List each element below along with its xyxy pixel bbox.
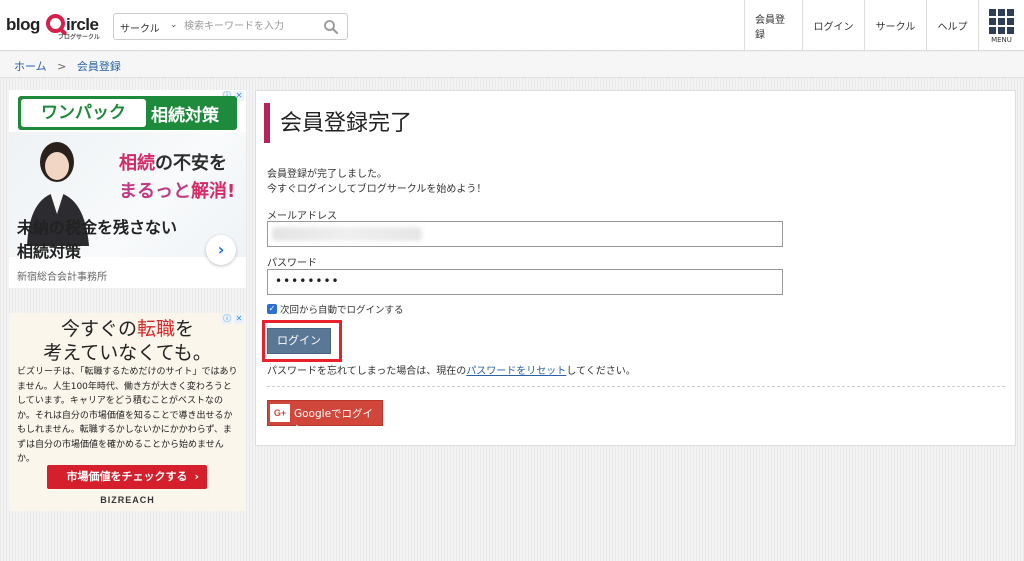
google-login-label: Googleでログイン [294,408,374,435]
password-label: パスワード [267,258,317,269]
ad2-cta-button[interactable]: 市場価値をチェックする › [47,465,207,489]
chevron-down-icon[interactable]: ⌄ [170,20,178,30]
search-category-select[interactable]: サークル [120,20,160,35]
breadcrumb-separator: > [57,60,67,73]
nav-login[interactable]: ログイン [802,0,864,51]
login-button[interactable]: ログイン [267,328,331,354]
nav-help[interactable]: ヘルプ [926,0,978,51]
search-icon[interactable] [323,19,339,35]
breadcrumb-current-link[interactable]: 会員登録 [77,60,121,73]
ad1-tagline: 相続の不安を まるっと解消! [119,153,236,202]
breadcrumb-home-link[interactable]: ホーム [14,60,47,73]
title-accent: 会員登録完了 [264,103,412,143]
chevron-right-icon: › [194,470,199,483]
search-bar: サークル ⌄ [113,13,348,40]
logo-text-left: blog [6,15,40,34]
ad-bizreach[interactable]: ⓘ ✕ 今すぐの転職を 考えていなくても。 ビズリーチは、「転職するためだけのサ… [9,313,246,511]
ad1-banner-left: ワンパック [21,99,146,127]
remember-me[interactable]: ✓ 次回から自動でログインする [267,302,404,316]
nav-circle[interactable]: サークル [864,0,926,51]
menu-button[interactable]: MENU [978,0,1024,51]
chevron-right-icon[interactable]: › [206,235,236,265]
header-nav: 会員登録 ログイン サークル ヘルプ MENU [744,0,1024,51]
ad1-sponsor: 新宿総合会計事務所 [17,272,107,283]
google-login-button[interactable]: G+ Googleでログイン [267,400,383,435]
site-logo[interactable]: blog ircle ブログサークル [6,14,106,41]
search-input[interactable] [184,17,314,36]
google-plus-icon: G+ [270,404,290,422]
ad2-title: 今すぐの転職を 考えていなくても。 [43,318,212,364]
ad-inheritance[interactable]: ⓘ ✕ ワンパック 相続対策 相続の不安を まるっと解消! 未納の税金を残さない… [9,90,246,288]
breadcrumb: ホーム > 会員登録 [0,52,1024,78]
remember-label: 次回から自動でログインする [280,305,404,316]
logo-c-icon [46,14,65,33]
page-title: 会員登録完了 [280,111,413,136]
ad1-headline: 未納の税金を残さない 相続対策 [17,218,178,261]
menu-label: MENU [991,36,1012,44]
site-header: blog ircle ブログサークル サークル ⌄ 会員登録 ログイン サークル… [0,0,1024,51]
reset-password-link[interactable]: パスワードをリセット [466,366,566,377]
remember-checkbox[interactable]: ✓ [267,304,277,314]
blurred-email-value [272,227,422,241]
ad2-brand-logo: BIZREACH [100,495,155,505]
password-field[interactable]: •••••••• [267,269,783,295]
ad1-banner: ワンパック 相続対策 [18,96,237,130]
nav-register[interactable]: 会員登録 [744,0,802,51]
email-label: メールアドレス [267,211,337,222]
ad2-body: ビズリーチは、「転職するためだけのサイト」ではありません。人生100年時代、働き… [17,367,238,464]
email-field[interactable] [267,221,783,247]
logo-subtext: ブログサークル [58,35,100,41]
forgot-password-text: パスワードを忘れてしまった場合は、現在のパスワードをリセットしてください。 [267,366,636,377]
grid-menu-icon [989,9,1014,34]
divider [267,386,1005,387]
ad1-banner-right: 相続対策 [151,106,219,126]
completion-message: 会員登録が完了しました。 今すぐログインしてブログサークルを始めよう！ [267,169,487,195]
registration-complete-panel: 会員登録完了 会員登録が完了しました。 今すぐログインしてブログサークルを始めよ… [255,90,1016,446]
